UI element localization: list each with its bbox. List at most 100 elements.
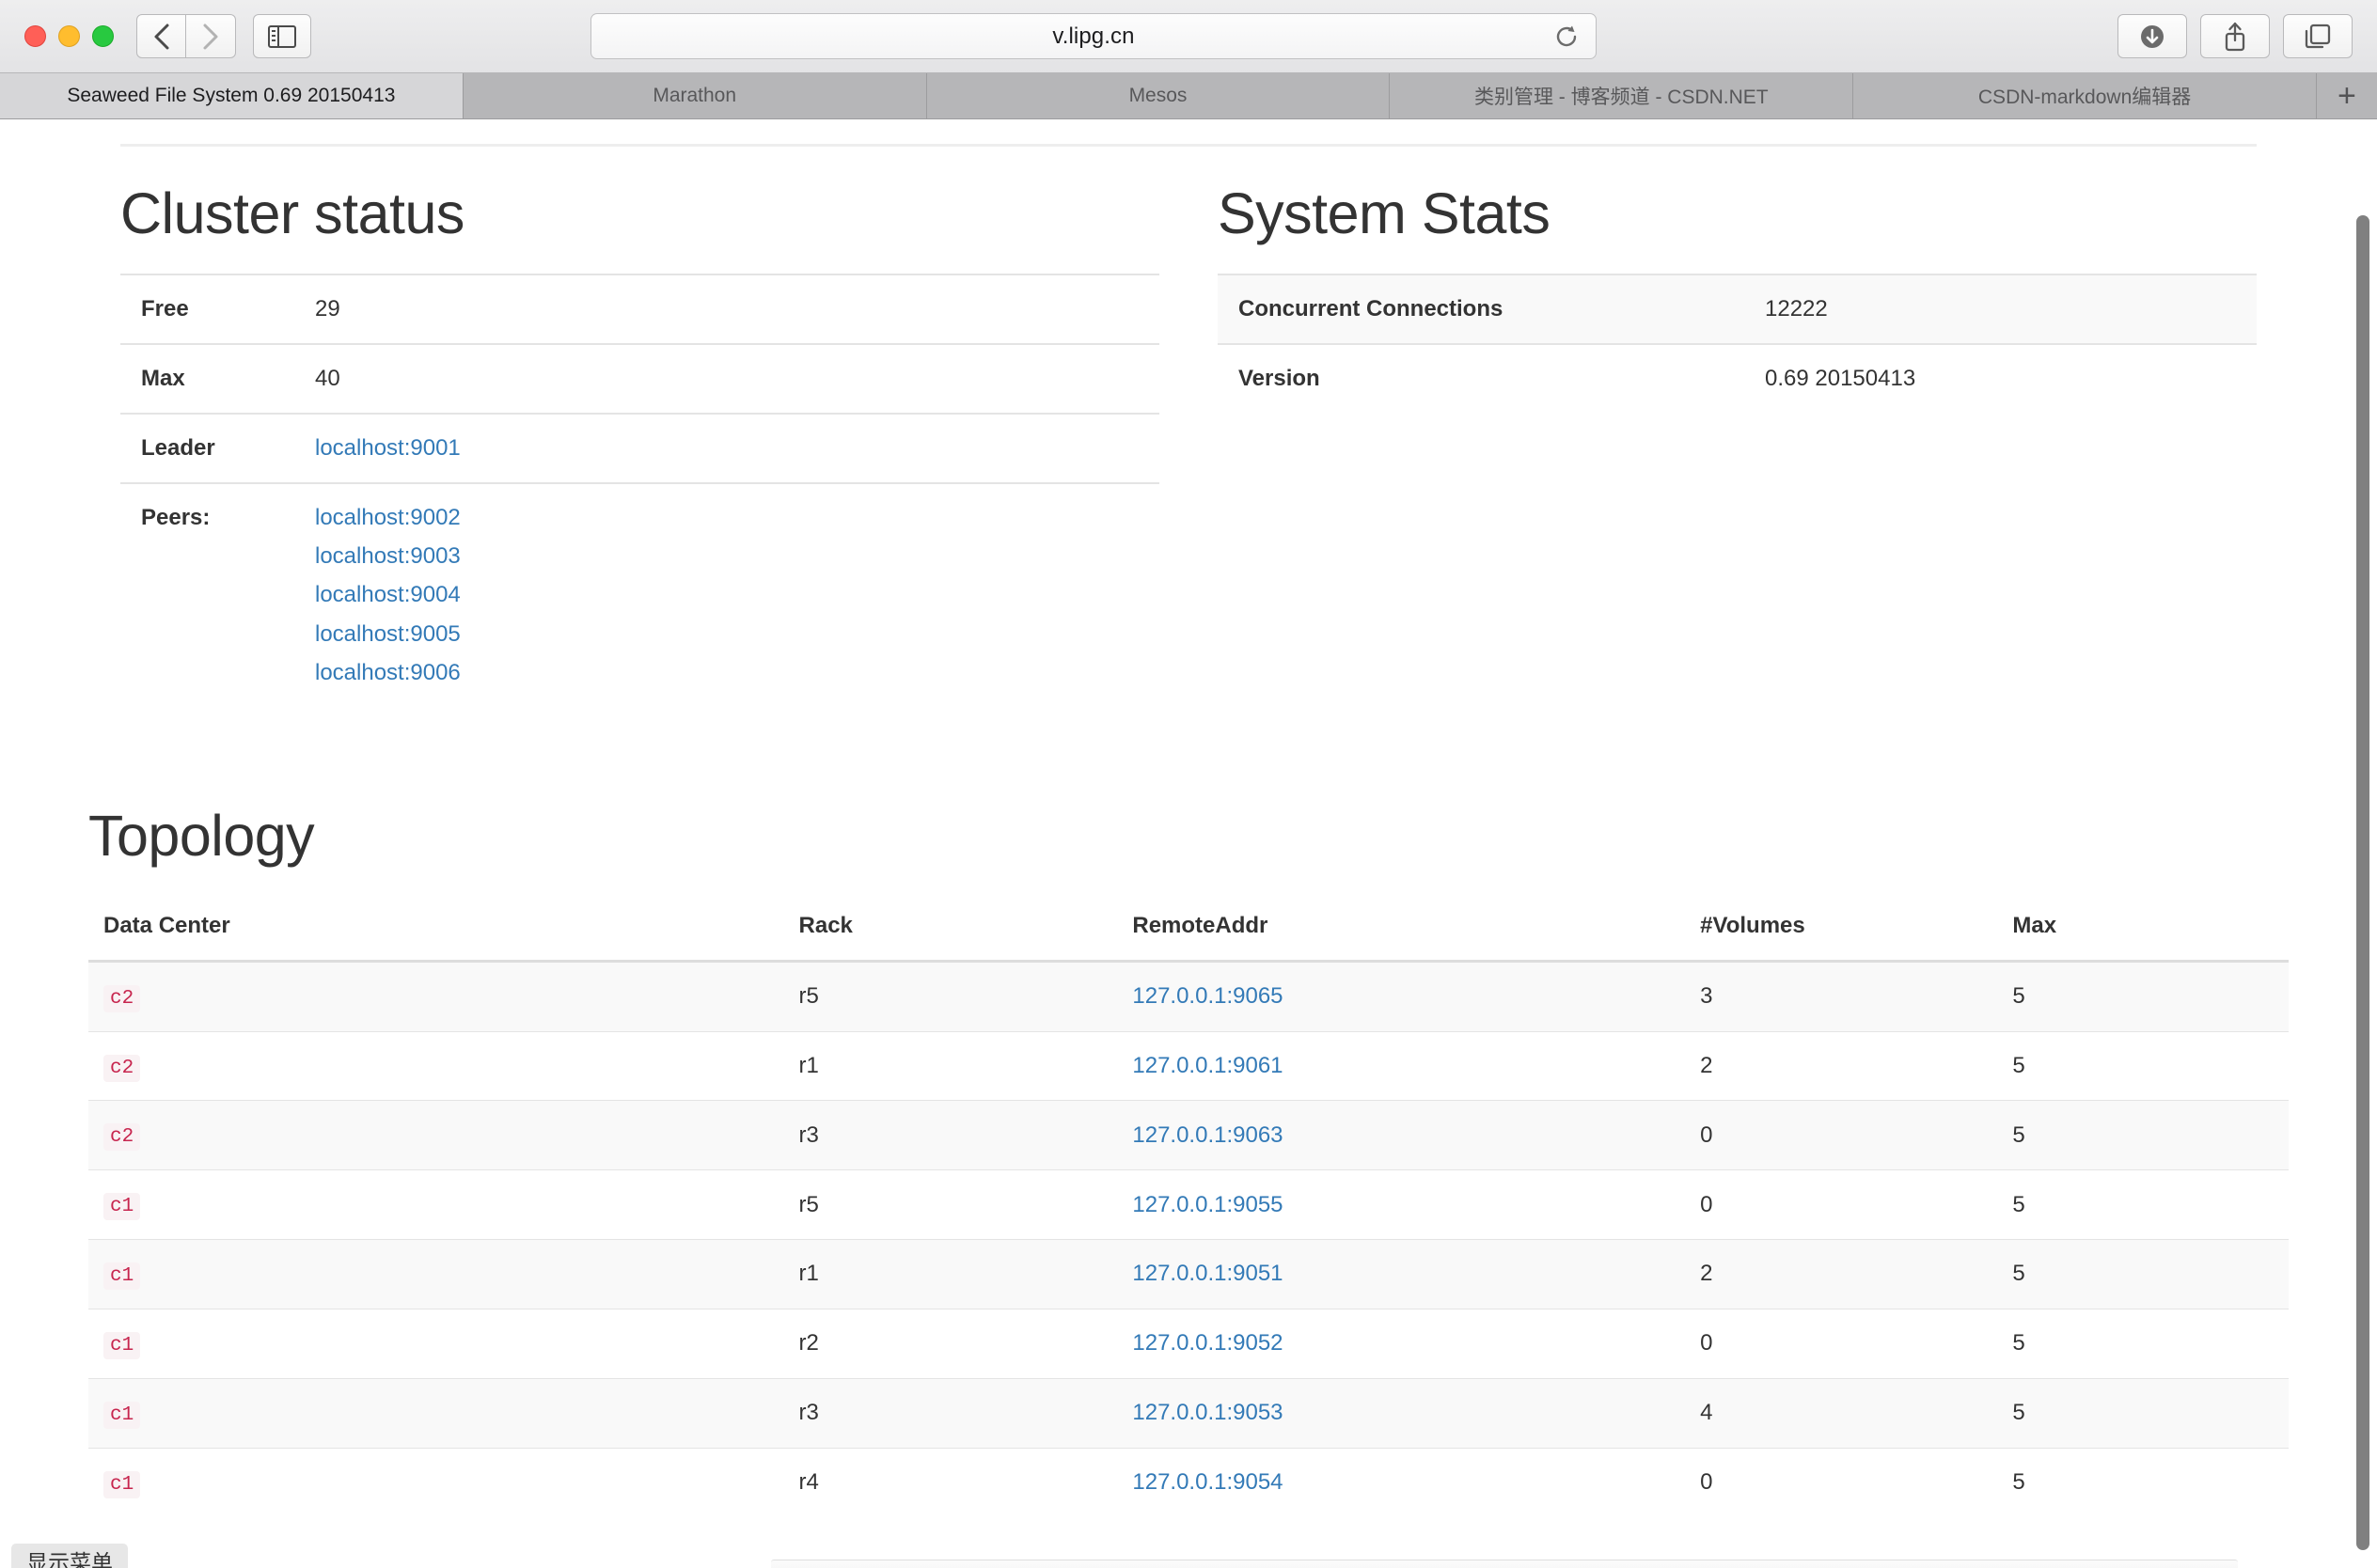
vertical-scrollbar[interactable] xyxy=(2356,215,2369,1550)
remote-addr-link[interactable]: 127.0.0.1:9054 xyxy=(1132,1469,1283,1495)
cell-max: 5 xyxy=(1997,1240,2289,1309)
table-row: c2 r3 127.0.0.1:9063 0 5 xyxy=(88,1101,2289,1170)
peer-link[interactable]: localhost:9002 xyxy=(315,502,1159,534)
tab-marathon[interactable]: Marathon xyxy=(464,73,927,118)
remote-addr-link[interactable]: 127.0.0.1:9052 xyxy=(1132,1330,1283,1356)
table-row-peers: Peers: localhost:9002 localhost:9003 loc… xyxy=(120,483,1159,706)
peers-label: Peers: xyxy=(120,483,315,706)
browser-window: v.lipg.cn xyxy=(0,0,2377,1568)
topology-section: Topology Data Center Rack RemoteAddr #Vo… xyxy=(0,805,2377,1517)
downloads-button[interactable] xyxy=(2117,14,2187,58)
table-row: Concurrent Connections 12222 xyxy=(1218,274,2257,344)
topology-table: Data Center Rack RemoteAddr #Volumes Max… xyxy=(88,900,2289,1517)
cell-volumes: 0 xyxy=(1685,1448,1997,1516)
chevron-left-icon xyxy=(153,23,170,51)
cell-max: 5 xyxy=(1997,1101,2289,1170)
topology-table-body: c2 r5 127.0.0.1:9065 3 5 c2 r1 127.0.0.1… xyxy=(88,961,2289,1516)
row-key: Concurrent Connections xyxy=(1218,274,1765,344)
tab-seaweed-file-system[interactable]: Seaweed File System 0.69 20150413 xyxy=(0,73,464,118)
tab-label: 类别管理 - 博客频道 - CSDN.NET xyxy=(1474,82,1769,110)
table-row: Free 29 xyxy=(120,274,1159,344)
row-value: 40 xyxy=(315,344,1159,414)
address-bar[interactable]: v.lipg.cn xyxy=(590,13,1597,59)
back-button[interactable] xyxy=(136,14,186,58)
cell-max: 5 xyxy=(1997,961,2289,1031)
cell-rack: r2 xyxy=(784,1309,1118,1378)
table-row: c1 r4 127.0.0.1:9054 0 5 xyxy=(88,1448,2289,1516)
cell-remote-addr: 127.0.0.1:9061 xyxy=(1117,1031,1685,1101)
cell-remote-addr: 127.0.0.1:9053 xyxy=(1117,1378,1685,1448)
table-row: c1 r3 127.0.0.1:9053 4 5 xyxy=(88,1378,2289,1448)
peers-value: localhost:9002 localhost:9003 localhost:… xyxy=(315,483,1159,706)
sidebar-icon xyxy=(268,25,296,48)
page-viewport: Cluster status Free 29 Max 40 xyxy=(0,119,2377,1568)
cell-volumes: 2 xyxy=(1685,1031,1997,1101)
table-row: c1 r5 127.0.0.1:9055 0 5 xyxy=(88,1170,2289,1240)
cell-remote-addr: 127.0.0.1:9054 xyxy=(1117,1448,1685,1516)
peer-link[interactable]: localhost:9004 xyxy=(315,579,1159,611)
maximize-window-button[interactable] xyxy=(92,25,114,47)
minimize-window-button[interactable] xyxy=(58,25,80,47)
sidebar-toggle-button[interactable] xyxy=(253,14,311,58)
cell-rack: r1 xyxy=(784,1240,1118,1309)
cell-volumes: 0 xyxy=(1685,1101,1997,1170)
column-header-rack: Rack xyxy=(784,900,1118,962)
cell-volumes: 0 xyxy=(1685,1170,1997,1240)
column-header-volumes: #Volumes xyxy=(1685,900,1997,962)
cell-volumes: 4 xyxy=(1685,1378,1997,1448)
data-center-code: c2 xyxy=(103,985,140,1012)
tab-mesos[interactable]: Mesos xyxy=(927,73,1391,118)
remote-addr-link[interactable]: 127.0.0.1:9061 xyxy=(1132,1053,1283,1078)
tab-csdn-category[interactable]: 类别管理 - 博客频道 - CSDN.NET xyxy=(1390,73,1853,118)
cell-max: 5 xyxy=(1997,1448,2289,1516)
remote-addr-link[interactable]: 127.0.0.1:9051 xyxy=(1132,1261,1283,1286)
data-center-code: c1 xyxy=(103,1332,140,1359)
reload-button[interactable] xyxy=(1551,21,1582,53)
peer-list: localhost:9002 localhost:9003 localhost:… xyxy=(315,502,1159,688)
data-center-code: c2 xyxy=(103,1055,140,1082)
cell-rack: r4 xyxy=(784,1448,1118,1516)
tabs-overview-button[interactable] xyxy=(2283,14,2353,58)
system-stats-section: System Stats Concurrent Connections 1222… xyxy=(1218,182,2257,707)
tab-csdn-markdown-editor[interactable]: CSDN-markdown编辑器 xyxy=(1853,73,2317,118)
cell-remote-addr: 127.0.0.1:9052 xyxy=(1117,1309,1685,1378)
row-key: Version xyxy=(1218,344,1765,413)
cell-remote-addr: 127.0.0.1:9055 xyxy=(1117,1170,1685,1240)
plus-icon: + xyxy=(2338,78,2356,115)
row-value: 12222 xyxy=(1765,274,2257,344)
new-tab-button[interactable]: + xyxy=(2317,73,2377,118)
tab-label: CSDN-markdown编辑器 xyxy=(1978,82,2191,110)
remote-addr-link[interactable]: 127.0.0.1:9053 xyxy=(1132,1400,1283,1425)
system-stats-table: Concurrent Connections 12222 Version 0.6… xyxy=(1218,274,2257,413)
share-button[interactable] xyxy=(2200,14,2270,58)
top-divider xyxy=(120,144,2257,147)
remote-addr-link[interactable]: 127.0.0.1:9055 xyxy=(1132,1192,1283,1217)
reload-icon xyxy=(1553,24,1580,50)
peer-link[interactable]: localhost:9006 xyxy=(315,657,1159,689)
tab-bar: Seaweed File System 0.69 20150413 Marath… xyxy=(0,73,2377,119)
table-row: c1 r1 127.0.0.1:9051 2 5 xyxy=(88,1240,2289,1309)
row-value: localhost:9001 xyxy=(315,414,1159,483)
data-center-code: c1 xyxy=(103,1471,140,1498)
peer-link[interactable]: localhost:9005 xyxy=(315,619,1159,651)
leader-link[interactable]: localhost:9001 xyxy=(315,435,461,461)
remote-addr-link[interactable]: 127.0.0.1:9063 xyxy=(1132,1122,1283,1148)
topology-title: Topology xyxy=(88,805,2289,868)
cell-data-center: c2 xyxy=(88,1031,784,1101)
tab-label: Seaweed File System 0.69 20150413 xyxy=(67,85,395,107)
toolbar-right-buttons xyxy=(2117,14,2353,58)
peer-link[interactable]: localhost:9003 xyxy=(315,541,1159,572)
data-center-code: c2 xyxy=(103,1123,140,1151)
top-columns: Cluster status Free 29 Max 40 xyxy=(0,182,2377,707)
table-row: Version 0.69 20150413 xyxy=(1218,344,2257,413)
topology-table-head: Data Center Rack RemoteAddr #Volumes Max xyxy=(88,900,2289,962)
horizontal-scrollbar[interactable] xyxy=(771,1560,2238,1568)
cluster-status-table: Free 29 Max 40 Leader localhost:9001 xyxy=(120,274,1159,707)
close-window-button[interactable] xyxy=(24,25,46,47)
url-text: v.lipg.cn xyxy=(1052,24,1134,50)
forward-button[interactable] xyxy=(186,14,236,58)
system-stats-title: System Stats xyxy=(1218,182,2257,245)
cell-remote-addr: 127.0.0.1:9051 xyxy=(1117,1240,1685,1309)
table-row: c2 r5 127.0.0.1:9065 3 5 xyxy=(88,961,2289,1031)
remote-addr-link[interactable]: 127.0.0.1:9065 xyxy=(1132,983,1283,1009)
